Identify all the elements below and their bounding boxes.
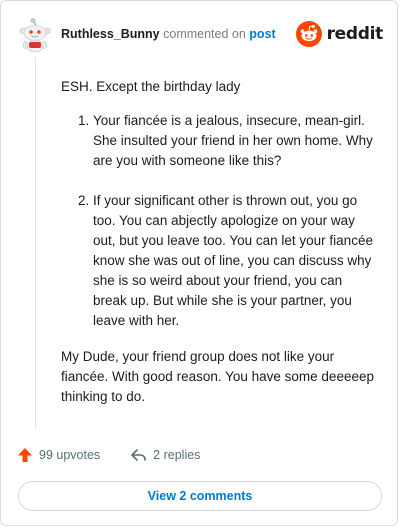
upvote-count: 99 upvotes <box>39 448 101 462</box>
reddit-snoo-icon <box>295 21 322 47</box>
list-item: Your fiancée is a jealous, insecure, mea… <box>93 111 379 171</box>
comment-footer: 99 upvotes 2 replies <box>17 445 200 465</box>
comment-card: Ruthless_Bunny commented on post reddit … <box>0 0 398 526</box>
view-comments-button[interactable]: View 2 comments <box>18 481 382 511</box>
upvote-button[interactable]: 99 upvotes <box>17 447 100 463</box>
comment-list: Your fiancée is a jealous, insecure, mea… <box>61 111 379 331</box>
post-link[interactable]: post <box>249 27 275 41</box>
action-text: commented on <box>163 27 246 41</box>
comment-header: Ruthless_Bunny commented on post reddit <box>15 15 383 55</box>
comment-meta: Ruthless_Bunny commented on post <box>61 27 276 41</box>
comment-closing: My Dude, your friend group does not like… <box>61 349 374 404</box>
replies-count: 2 replies <box>153 448 201 462</box>
username-link[interactable]: Ruthless_Bunny <box>61 27 160 41</box>
reddit-logo[interactable]: reddit <box>295 19 384 49</box>
comment-body: ESH. Except the birthday lady Your fianc… <box>61 77 379 407</box>
reddit-wordmark: reddit <box>326 24 384 44</box>
comment-intro: ESH. Except the birthday lady <box>61 79 241 94</box>
list-item: If your significant other is thrown out,… <box>93 191 379 331</box>
snoo-avatar-icon <box>19 17 51 53</box>
upvote-arrow-icon <box>18 448 32 462</box>
thread-line <box>35 57 36 429</box>
replies-button[interactable]: 2 replies <box>130 447 200 463</box>
reply-arrow-icon <box>131 449 146 461</box>
user-avatar[interactable] <box>17 17 53 53</box>
